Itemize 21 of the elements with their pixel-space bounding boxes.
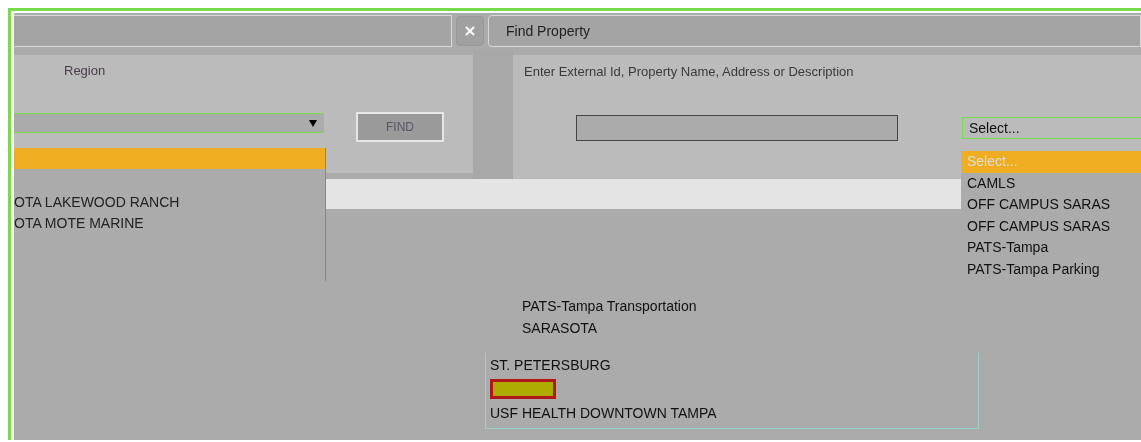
dropdown-option[interactable]: OTA LAKEWOOD RANCH [14, 192, 325, 213]
dropdown-arrow-icon [309, 119, 317, 127]
list-item[interactable] [490, 379, 556, 399]
close-button[interactable] [456, 16, 484, 46]
search-field[interactable] [576, 115, 898, 141]
property-select[interactable]: Select... [962, 117, 1141, 139]
dropdown-option[interactable]: OTA MOTE MARINE [14, 213, 325, 234]
dropdown-option[interactable]: PATS-Tampa Parking [961, 258, 1141, 280]
region-label: Region [64, 63, 107, 78]
dropdown-option[interactable]: CAMLS [961, 172, 1141, 194]
list-item[interactable]: SARASOTA [485, 317, 979, 339]
panel-title: Find Property [506, 23, 591, 39]
dropdown-option[interactable]: PATS-Tampa [961, 237, 1141, 259]
list-item[interactable]: PATS-Tampa Transportation [485, 295, 979, 317]
search-label: Enter External Id, Property Name, Address or Description [524, 64, 855, 79]
dropdown-option[interactable]: OFF CAMPUS SARAS [961, 215, 1141, 237]
close-icon [464, 25, 476, 37]
list-item[interactable]: ST. PETERSBURG [490, 353, 978, 377]
list-item[interactable]: USF HEALTH DOWNTOWN TAMPA [490, 401, 978, 425]
region-dropdown[interactable] [14, 113, 324, 133]
dropdown-option[interactable]: OFF CAMPUS SARAS [961, 194, 1141, 216]
